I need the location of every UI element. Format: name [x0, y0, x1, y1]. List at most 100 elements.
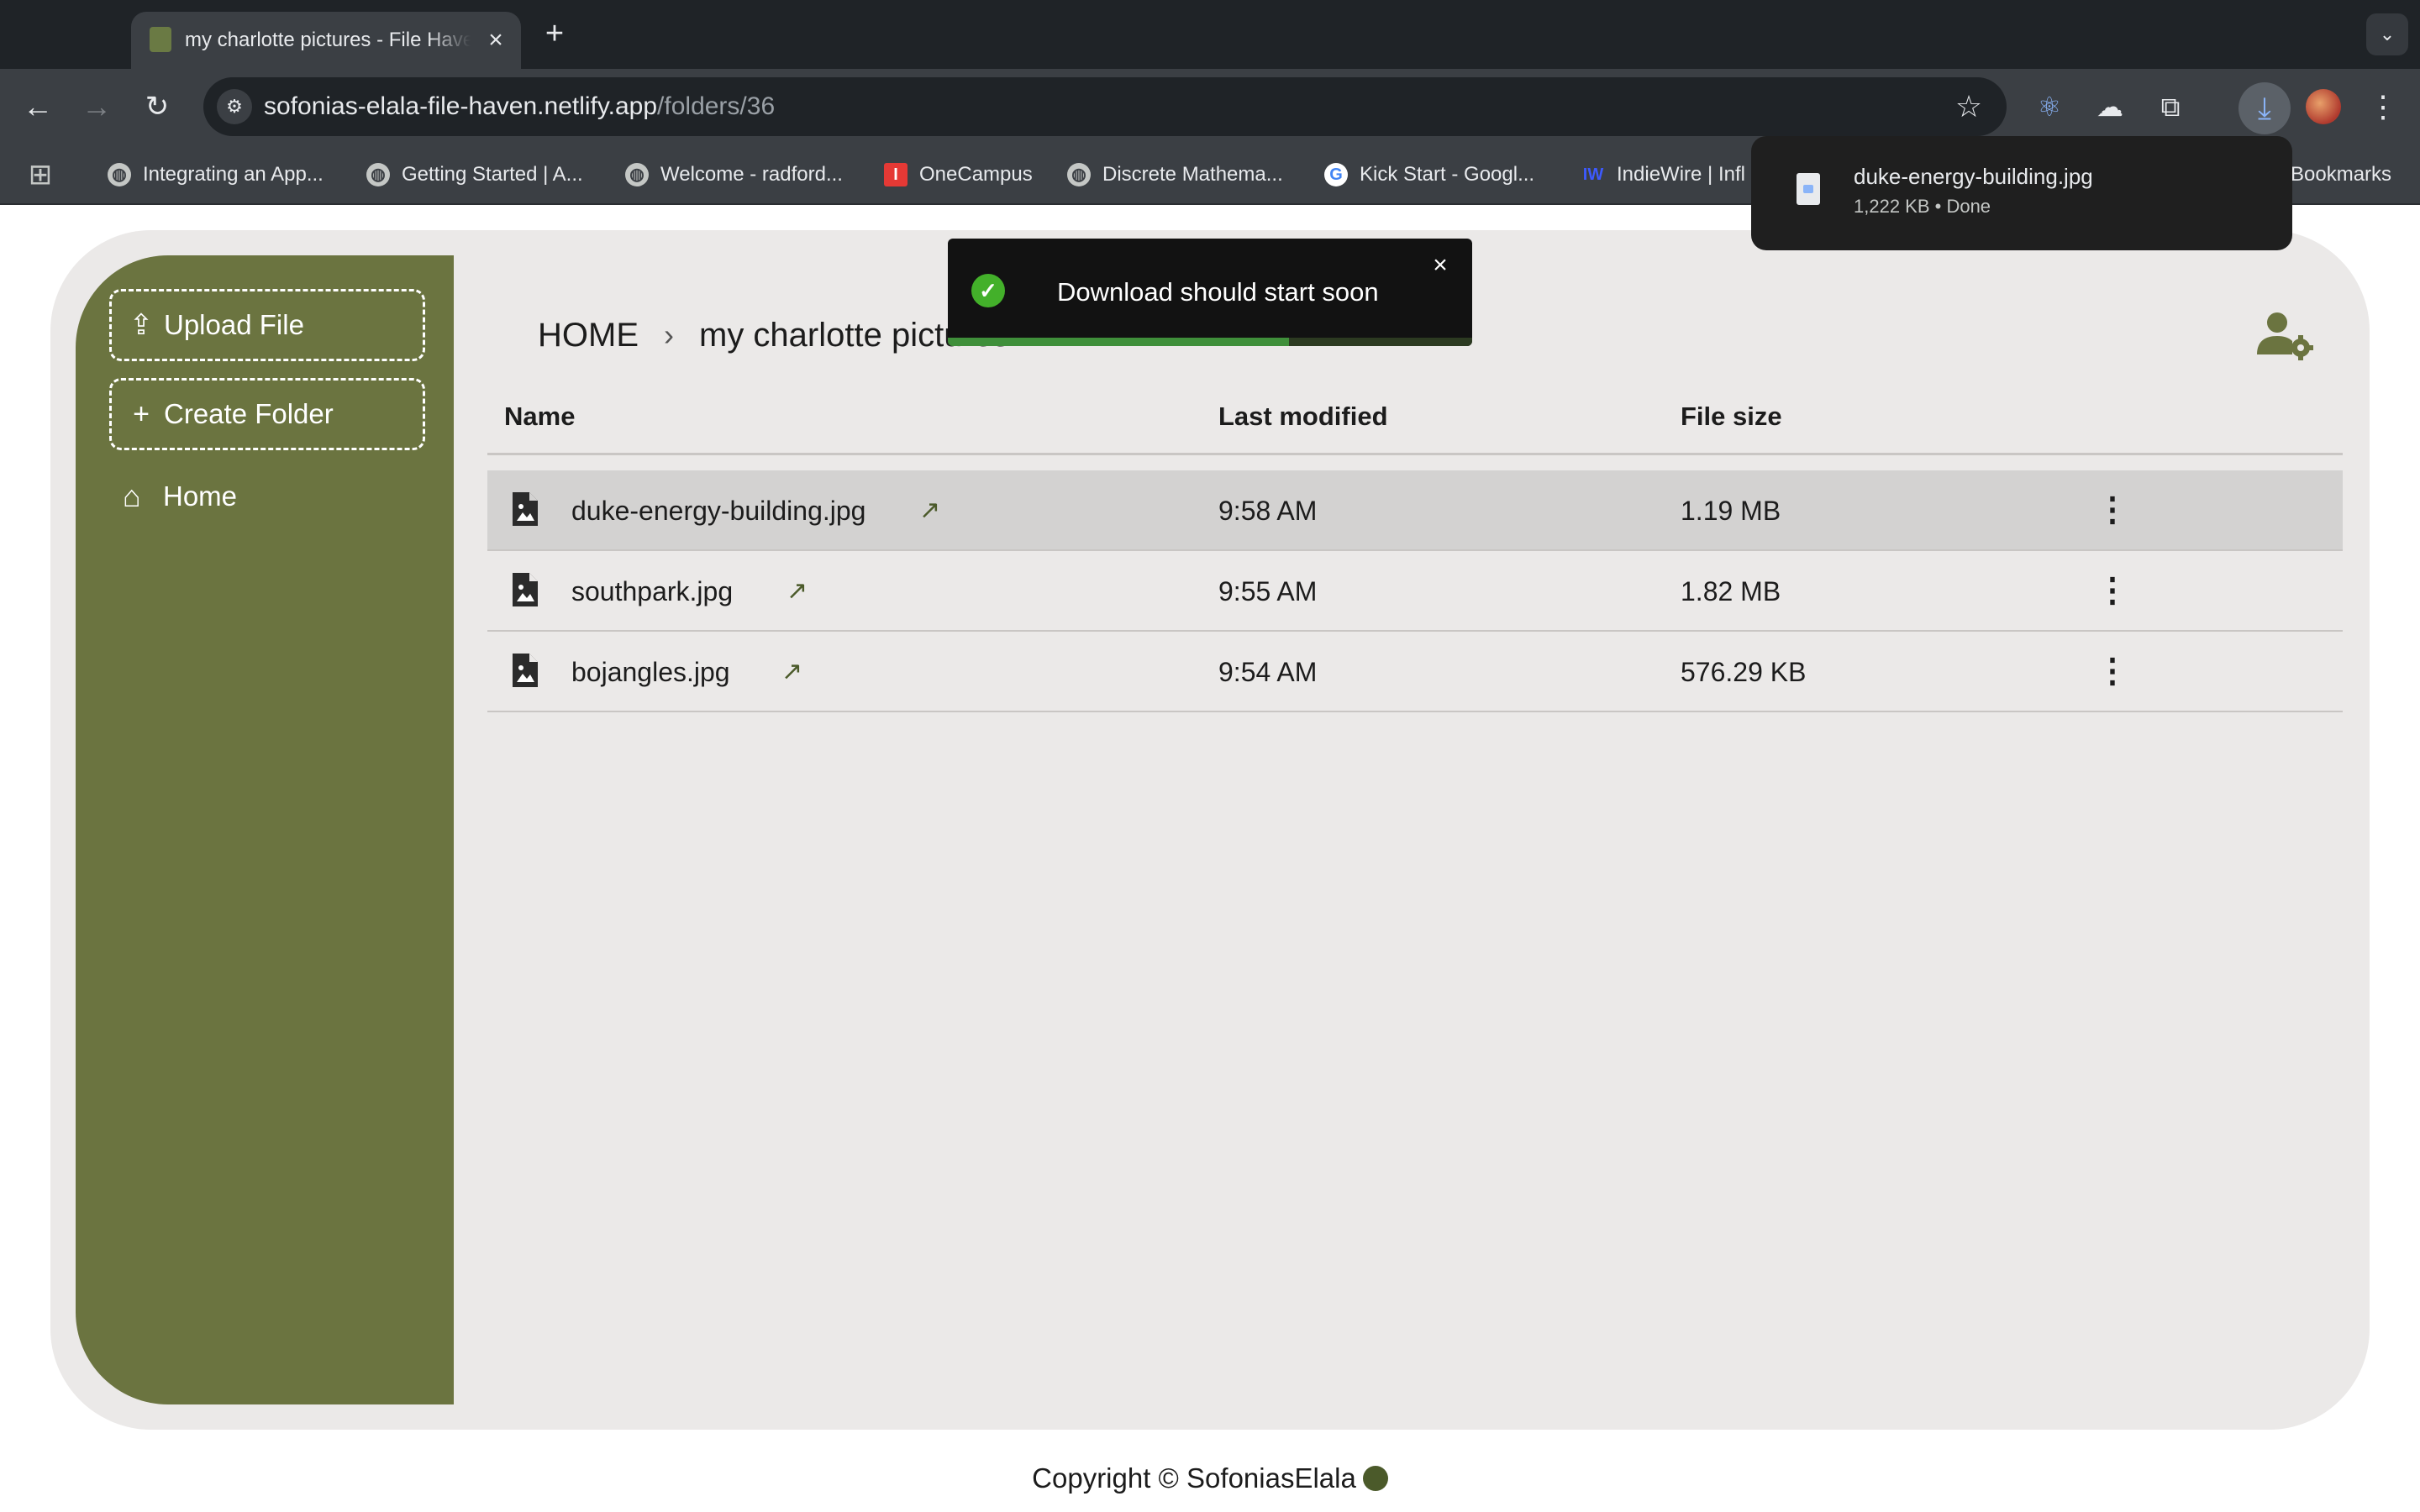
bookmark-item[interactable]: IW IndieWire | Infl — [1581, 156, 1745, 193]
extensions-puzzle-icon[interactable]: ⧉ — [2149, 86, 2191, 128]
sidebar-home-label: Home — [163, 480, 238, 512]
tab-title: my charlotte pictures - File Haven — [185, 29, 471, 51]
downloads-icon[interactable]: ⤓ — [2238, 82, 2291, 134]
home-icon: ⌂ — [123, 479, 141, 513]
globe-icon: ◍ — [366, 163, 390, 186]
image-file-icon — [513, 573, 538, 606]
page-viewport: ⇪ Upload File + Create Folder ⌂ Home HOM… — [0, 207, 2420, 1512]
file-last-modified: 9:55 AM — [1218, 576, 1318, 606]
onecampus-icon: I — [884, 163, 908, 186]
create-folder-button[interactable]: + Create Folder — [109, 378, 425, 450]
download-bubble[interactable]: duke-energy-building.jpg 1,222 KB • Done — [1751, 136, 2292, 250]
bookmark-star-icon[interactable]: ☆ — [1949, 87, 1988, 126]
browser-tab-strip: my charlotte pictures - File Haven × + ⌄ — [0, 0, 2420, 69]
google-icon: G — [1324, 163, 1348, 186]
toast-progress-bar — [948, 338, 1289, 346]
all-bookmarks-button[interactable]: Bookmarks — [2291, 156, 2391, 193]
indiewire-icon: IW — [1582, 165, 1604, 184]
react-devtools-extension-icon[interactable]: ⚛ — [2028, 86, 2070, 128]
tab-close-icon[interactable]: × — [481, 25, 511, 55]
new-tab-button[interactable]: + — [538, 15, 571, 52]
download-status: 1,222 KB • Done — [1854, 196, 1991, 217]
plus-icon: + — [133, 398, 150, 430]
bookmark-item[interactable]: ◍ Getting Started | A... — [366, 156, 583, 193]
apps-grid-icon[interactable]: ⊞ — [25, 160, 55, 190]
bookmark-item[interactable]: ◍ Discrete Mathema... — [1067, 156, 1283, 193]
globe-icon: ◍ — [625, 163, 649, 186]
file-name[interactable]: southpark.jpg — [571, 575, 733, 608]
globe-icon: ◍ — [108, 163, 131, 186]
bookmark-label: Welcome - radford... — [660, 163, 843, 186]
row-options-icon[interactable]: ⋮ — [2096, 570, 2129, 612]
row-options-icon[interactable]: ⋮ — [2096, 650, 2129, 692]
image-file-icon — [513, 492, 538, 526]
bookmark-label: Getting Started | A... — [402, 163, 583, 186]
browser-tab-active[interactable]: my charlotte pictures - File Haven × — [131, 12, 521, 69]
footer: Copyright © SofoniasElala — [0, 1455, 2420, 1502]
table-row[interactable]: southpark.jpg ↗ 9:55 AM 1.82 MB ⋮ — [487, 551, 2343, 632]
file-name[interactable]: bojangles.jpg — [571, 655, 730, 689]
breadcrumb-home-link[interactable]: HOME — [538, 317, 639, 354]
bookmark-label: Discrete Mathema... — [1102, 163, 1283, 186]
toast-progress-track — [948, 338, 1472, 346]
tab-search-chevron-icon[interactable]: ⌄ — [2366, 13, 2408, 55]
table-header: Name Last modified File size — [487, 385, 2343, 455]
column-header-file-size[interactable]: File size — [1681, 402, 1782, 432]
user-settings-icon[interactable] — [2255, 311, 2316, 361]
toast-message: Download should start soon — [1057, 277, 1379, 307]
success-check-icon: ✓ — [971, 274, 1005, 307]
url-path: /folders/36 — [657, 92, 776, 120]
upload-icon: ⇪ — [129, 309, 154, 341]
upload-file-button[interactable]: ⇪ Upload File — [109, 289, 425, 361]
globe-icon: ◍ — [1067, 163, 1091, 186]
table-row[interactable]: duke-energy-building.jpg ↗ 9:58 AM 1.19 … — [487, 470, 2343, 551]
chevron-right-icon: › — [664, 318, 674, 352]
bookmark-item[interactable]: I OneCampus — [884, 156, 1033, 193]
open-external-arrow-icon[interactable]: ↗ — [781, 655, 810, 689]
site-favicon-icon — [150, 27, 171, 52]
downloaded-file-name[interactable]: duke-energy-building.jpg — [1854, 163, 2093, 190]
back-arrow-icon[interactable]: ← — [18, 87, 57, 126]
github-icon[interactable] — [1362, 1466, 1388, 1491]
create-folder-label: Create Folder — [164, 398, 334, 429]
site-settings-icon[interactable]: ⚙ — [217, 89, 252, 124]
bookmark-label: IndieWire | Infl — [1617, 163, 1745, 186]
toast-close-icon[interactable]: × — [1427, 252, 1454, 279]
column-header-last-modified[interactable]: Last modified — [1218, 402, 1388, 432]
download-toast: ✓ Download should start soon × — [948, 239, 1472, 346]
file-table: Name Last modified File size duke-energy… — [487, 385, 2343, 712]
downloaded-file-icon — [1797, 173, 1820, 205]
user-gear-icon — [2257, 312, 2313, 360]
sidebar-item-home[interactable]: ⌂ Home — [123, 475, 237, 517]
open-external-arrow-icon[interactable]: ↗ — [786, 575, 815, 608]
url-text[interactable]: sofonias-elala-file-haven.netlify.app/fo… — [264, 92, 775, 122]
upload-file-label: Upload File — [164, 309, 304, 340]
sidebar: ⇪ Upload File + Create Folder ⌂ Home — [76, 255, 454, 1404]
open-external-arrow-icon[interactable]: ↗ — [919, 494, 948, 528]
file-name[interactable]: duke-energy-building.jpg — [571, 494, 865, 528]
table-row[interactable]: bojangles.jpg ↗ 9:54 AM 576.29 KB ⋮ — [487, 632, 2343, 712]
profile-avatar[interactable] — [2306, 89, 2341, 124]
column-header-name[interactable]: Name — [504, 402, 575, 432]
bookmark-label: Kick Start - Googl... — [1360, 163, 1535, 186]
file-last-modified: 9:58 AM — [1218, 496, 1318, 526]
cloud-extension-icon[interactable]: ☁ — [2089, 86, 2131, 128]
forward-arrow-icon[interactable]: → — [77, 87, 116, 126]
file-size: 1.19 MB — [1681, 496, 1781, 526]
app-card: ⇪ Upload File + Create Folder ⌂ Home HOM… — [50, 230, 2370, 1430]
bookmark-label: Integrating an App... — [143, 163, 324, 186]
row-options-icon[interactable]: ⋮ — [2096, 489, 2129, 531]
browser-toolbar: ← → ↻ ⚙ sofonias-elala-file-haven.netlif… — [0, 69, 2420, 144]
image-file-icon — [513, 654, 538, 687]
reload-icon[interactable]: ↻ — [138, 87, 176, 126]
file-size: 576.29 KB — [1681, 657, 1807, 687]
browser-menu-icon[interactable]: ⋮ — [2366, 86, 2400, 128]
address-bar[interactable]: ⚙ sofonias-elala-file-haven.netlify.app/… — [203, 77, 2007, 136]
bookmark-item[interactable]: ◍ Welcome - radford... — [625, 156, 843, 193]
file-last-modified: 9:54 AM — [1218, 657, 1318, 687]
bookmark-item[interactable]: ◍ Integrating an App... — [108, 156, 324, 193]
copyright-text: Copyright © SofoniasElala — [1032, 1462, 1356, 1494]
breadcrumb: HOME › my charlotte pictures — [538, 314, 1009, 356]
file-size: 1.82 MB — [1681, 576, 1781, 606]
bookmark-item[interactable]: G Kick Start - Googl... — [1324, 156, 1534, 193]
